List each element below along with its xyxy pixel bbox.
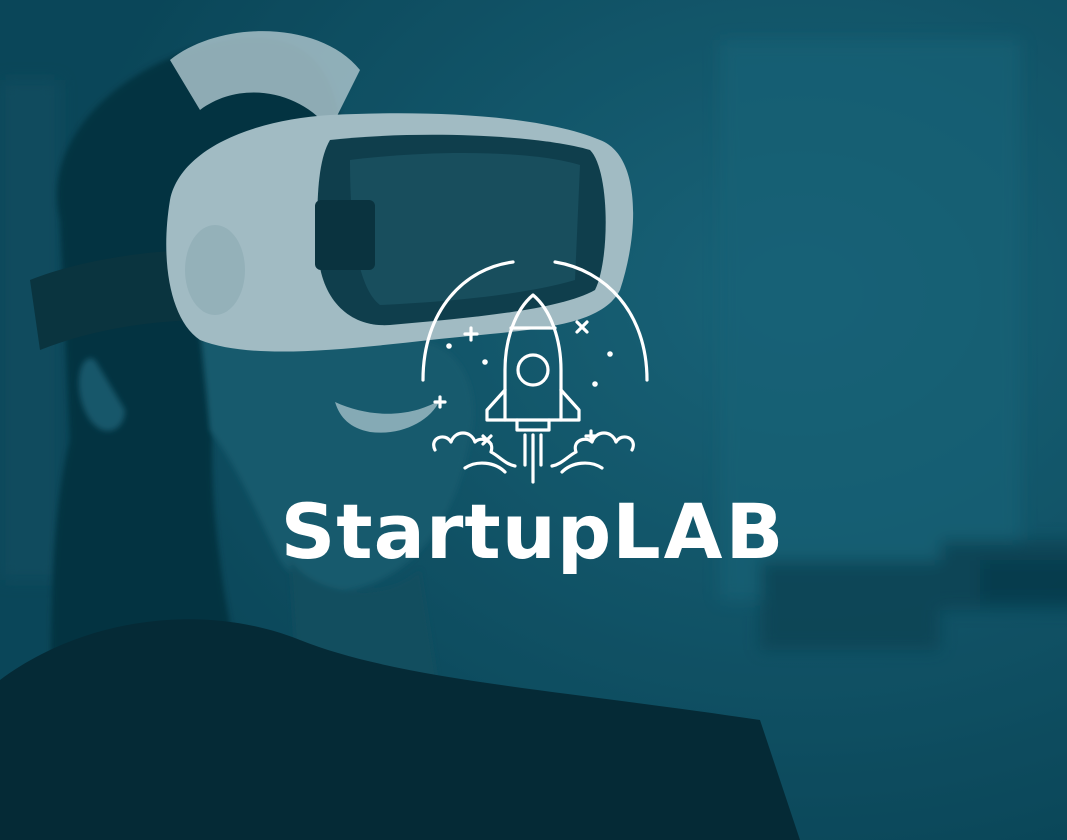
hero-banner: StartupLAB: [0, 0, 1067, 840]
brand-wordmark: StartupLAB: [260, 482, 807, 582]
brand-name-lab: LAB: [612, 487, 787, 576]
brand-name-startup: Startup: [280, 487, 613, 576]
startuplab-logo: StartupLAB: [260, 250, 807, 590]
rocket-launch-icon: [421, 260, 649, 484]
